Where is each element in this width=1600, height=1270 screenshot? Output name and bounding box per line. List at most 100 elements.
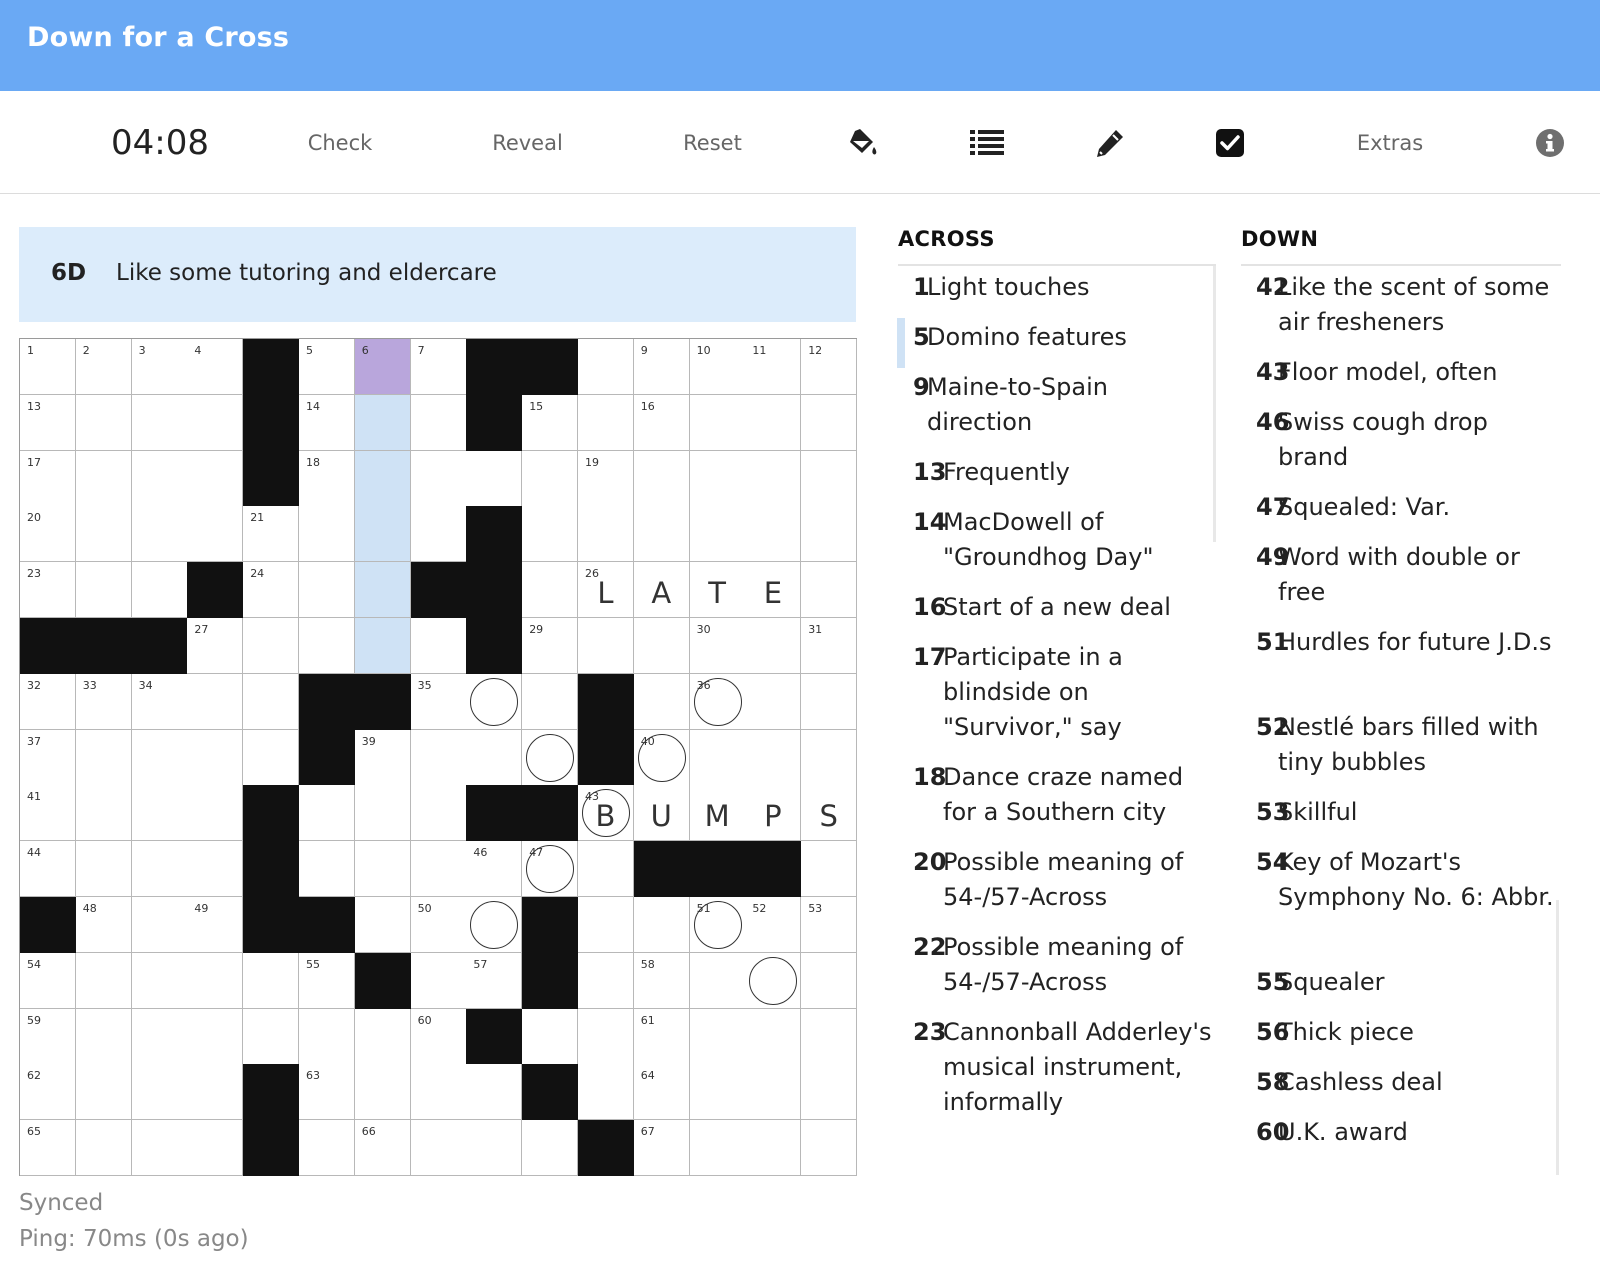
grid-cell[interactable]: 13 [20,394,76,451]
grid-cell[interactable]: 20 [20,506,76,563]
grid-cell[interactable] [633,673,690,730]
grid-cell[interactable] [801,952,858,1009]
grid-cell[interactable]: 40 [633,729,690,786]
grid-cell[interactable] [354,841,411,898]
grid-cell[interactable]: 29 [522,618,579,674]
grid-cell[interactable] [578,952,634,1009]
grid-cell[interactable] [131,394,188,451]
grid-cell[interactable] [745,618,802,674]
grid-cell[interactable]: 3 [131,339,188,395]
grid-cell[interactable]: 65 [20,1120,76,1177]
grid-cell[interactable]: 36 [689,673,746,730]
grid-cell[interactable] [522,729,579,786]
grid-cell[interactable] [187,394,244,451]
grid-cell[interactable] [522,450,579,507]
grid-cell[interactable]: M [689,785,746,842]
grid-cell[interactable] [187,1120,244,1177]
across-clue-9[interactable]: 9 Maine-to-Spain direction [913,370,1223,440]
grid-cell[interactable] [75,952,132,1009]
grid-cell[interactable] [131,506,188,563]
grid-cell[interactable] [522,1120,579,1177]
crossword-grid[interactable]: 1 2 3 4 5 6 7 9 10 11 12 13 14 15 16 17 18 19 20 21 23 24 26 L A… [19,338,858,1177]
grid-cell[interactable]: 4 [187,339,244,395]
grid-cell[interactable]: 63 [299,1064,355,1121]
grid-cell[interactable]: 26 L [578,562,634,619]
grid-cell[interactable] [745,1064,802,1121]
across-clue-22[interactable]: 22 Possible meaning of 54-/57-Across [913,930,1223,1000]
grid-cell[interactable] [801,1120,858,1177]
grid-cell[interactable] [578,1008,634,1065]
grid-cell[interactable] [801,506,858,563]
grid-cell[interactable]: 44 [20,841,76,898]
grid-cell[interactable]: 17 [20,450,76,507]
grid-cell[interactable]: 30 [689,618,746,674]
grid-cell[interactable]: 35 [410,673,467,730]
grid-cell[interactable]: 33 [75,673,132,730]
across-clue-18[interactable]: 18 Dance craze named for a Southern city [913,760,1223,830]
grid-cell[interactable]: 18 [299,450,355,507]
grid-cell[interactable] [187,785,244,842]
grid-cell[interactable] [299,841,355,898]
grid-cell[interactable] [131,1120,188,1177]
info-icon[interactable] [1525,91,1575,194]
grid-cell[interactable] [243,952,300,1009]
grid-cell[interactable] [633,506,690,563]
grid-cell[interactable] [466,450,523,507]
grid-cell[interactable] [75,841,132,898]
grid-cell[interactable] [131,562,188,619]
grid-cell[interactable]: U [633,785,690,842]
grid-cell[interactable] [299,1008,355,1065]
grid-cell[interactable] [410,729,467,786]
check-button[interactable]: Check [295,91,385,194]
grid-cell[interactable]: 5 [299,339,355,395]
grid-cell[interactable] [299,1120,355,1177]
down-clue-43[interactable]: 43 Floor model, often [1256,355,1566,390]
grid-cell[interactable]: 57 [466,952,523,1009]
down-clue-51[interactable]: 51 Hurdles for future J.D.s [1256,625,1566,660]
grid-cell[interactable] [75,1008,132,1065]
extras-button[interactable]: Extras [1340,91,1440,194]
grid-cell[interactable] [578,841,634,898]
grid-cell[interactable] [354,618,411,674]
grid-cell[interactable] [801,450,858,507]
app-title[interactable]: Down for a Cross [27,22,289,53]
grid-cell[interactable] [689,506,746,563]
grid-cell[interactable] [410,506,467,563]
grid-cell[interactable]: 66 [354,1120,411,1177]
grid-cell[interactable] [745,729,802,786]
grid-cell[interactable]: 46 [466,841,523,898]
grid-cell[interactable] [633,618,690,674]
grid-cell[interactable] [187,506,244,563]
grid-cell[interactable] [522,673,579,730]
grid-cell[interactable] [131,785,188,842]
grid-cell[interactable] [354,785,411,842]
grid-cell[interactable]: 62 [20,1064,76,1121]
grid-cell[interactable]: 31 [801,618,858,674]
grid-cell[interactable] [410,618,467,674]
grid-cell[interactable] [689,1120,746,1177]
across-clue-23[interactable]: 23 Cannonball Adderley's musical instrume… [913,1015,1223,1120]
selected-grid-cell[interactable]: 6 [354,339,411,395]
down-clue-49[interactable]: 49 Word with double or free [1256,540,1566,610]
grid-cell[interactable] [75,450,132,507]
grid-cell[interactable]: 21 [243,506,300,563]
grid-cell[interactable]: 52 [745,897,802,953]
down-clue-52[interactable]: 52 Nestlé bars filled with tiny bubbles [1256,710,1566,780]
grid-cell[interactable]: 67 [633,1120,690,1177]
grid-cell[interactable] [131,1008,188,1065]
grid-cell[interactable]: 23 [20,562,76,619]
grid-cell[interactable] [689,394,746,451]
grid-cell[interactable]: 37 [20,729,76,786]
grid-cell[interactable] [689,1008,746,1065]
grid-cell[interactable] [131,897,188,953]
grid-cell[interactable]: P [745,785,802,842]
grid-cell[interactable] [299,618,355,674]
grid-cell[interactable] [578,394,634,451]
grid-cell[interactable] [410,1064,467,1121]
across-clue-17[interactable]: 17 Participate in a blindside on "Survivo… [913,640,1223,745]
down-clue-42[interactable]: 42 Like the scent of some air fresheners [1256,270,1566,340]
grid-cell[interactable] [801,841,858,898]
list-icon[interactable] [962,91,1012,194]
grid-cell[interactable] [745,1120,802,1177]
grid-cell[interactable] [689,952,746,1009]
